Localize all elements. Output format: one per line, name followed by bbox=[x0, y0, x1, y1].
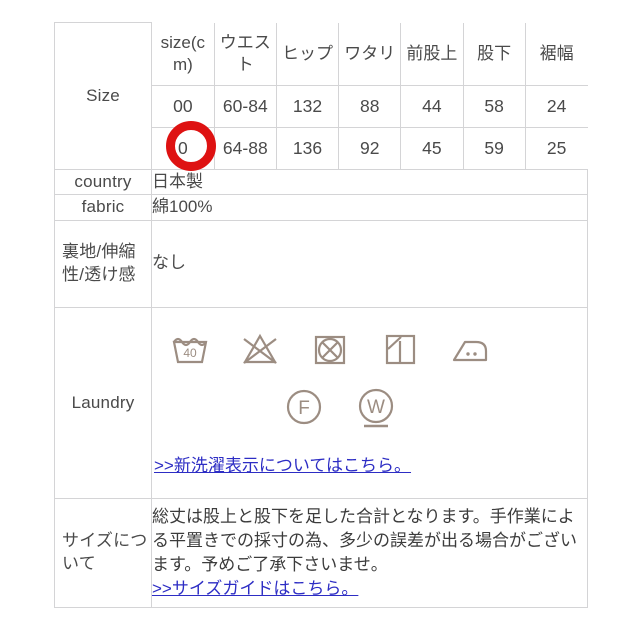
no-bleach-icon bbox=[243, 334, 277, 365]
size-row-0: 0 64-88 136 92 45 59 25 bbox=[152, 126, 588, 169]
row-label-laundry: Laundry bbox=[54, 306, 152, 499]
size-col-header-waist: ウエスト bbox=[213, 22, 277, 86]
laundry-link-line: >>新洗濯表示についてはこちら。 bbox=[152, 451, 587, 476]
table-row-size-note: サイズについて 総丈は股上と股下を足した合計となります。手作業による平置きでの採… bbox=[54, 497, 588, 608]
size-row-00: 00 60-84 132 88 44 58 24 bbox=[152, 84, 588, 128]
wash-temp-label: 40 bbox=[183, 346, 197, 360]
size-grid-header-row: size(cm) ウエスト ヒップ ワタリ 前股上 股下 裾幅 bbox=[152, 22, 588, 86]
size-cell-size-0: 0 bbox=[152, 126, 215, 169]
size-grid: size(cm) ウエスト ヒップ ワタリ 前股上 股下 裾幅 00 60-84 bbox=[152, 22, 588, 169]
row-label-country: country bbox=[54, 168, 152, 196]
size-cell-thigh-00: 88 bbox=[338, 84, 402, 128]
dryclean-letter: F bbox=[298, 398, 310, 419]
row-value-size-note: 総丈は股上と股下を足した合計となります。手作業による平置きでの採寸の為、多少の誤… bbox=[151, 497, 588, 608]
size-cell-hip-00: 132 bbox=[275, 84, 340, 128]
size-cell-rise-00: 44 bbox=[400, 84, 464, 128]
size-note-paragraph: 総丈は股上と股下を足した合計となります。手作業による平置きでの採寸の為、多少の誤… bbox=[152, 506, 577, 574]
row-label-size: Size bbox=[54, 22, 152, 170]
size-grid-cell: size(cm) ウエスト ヒップ ワタリ 前股上 股下 裾幅 00 60-84 bbox=[151, 22, 588, 169]
row-value-country: 日本製 bbox=[151, 168, 588, 196]
row-label-lining: 裏地/伸縮性/透け感 bbox=[54, 219, 152, 308]
product-spec-table: Size size(cm) ウエスト ヒップ ワタリ 前股上 股下 裾幅 00 … bbox=[54, 22, 588, 608]
row-value-fabric: 綿100% bbox=[151, 194, 588, 221]
size-col-header-rise: 前股上 bbox=[400, 22, 464, 86]
table-row-size: Size size(cm) ウエスト ヒップ ワタリ 前股上 股下 裾幅 00 … bbox=[54, 22, 588, 170]
table-row-country: country 日本製 bbox=[54, 168, 588, 196]
size-col-header-size: size(cm) bbox=[152, 22, 215, 86]
size-cell-waist-0: 64-88 bbox=[213, 126, 277, 169]
size-col-header-thigh: ワタリ bbox=[338, 22, 402, 86]
dryclean-f-icon: F bbox=[286, 390, 321, 425]
wetclean-letter: W bbox=[367, 397, 385, 418]
row-label-size-note: サイズについて bbox=[54, 497, 152, 608]
size-cell-thigh-0: 92 bbox=[338, 126, 402, 169]
laundry-symbol-row-2: F W bbox=[152, 385, 587, 431]
table-row-lining: 裏地/伸縮性/透け感 なし bbox=[54, 219, 588, 308]
size-cell-inseam-00: 58 bbox=[462, 84, 526, 128]
size-cell-waist-00: 60-84 bbox=[213, 84, 277, 128]
size-col-header-hem: 裾幅 bbox=[524, 22, 588, 86]
wetclean-w-icon: W bbox=[358, 389, 393, 428]
product-spec-table-wrapper: Size size(cm) ウエスト ヒップ ワタリ 前股上 股下 裾幅 00 … bbox=[54, 22, 588, 608]
row-value-lining: なし bbox=[151, 219, 588, 308]
size-cell-inseam-0: 59 bbox=[462, 126, 526, 169]
size-cell-size-00: 00 bbox=[152, 84, 215, 128]
size-guide-link[interactable]: >>サイズガイドはこちら。 bbox=[152, 577, 358, 601]
laundry-symbol-row-1: 40 bbox=[152, 329, 587, 369]
table-row-fabric: fabric 綿100% bbox=[54, 194, 588, 221]
row-value-laundry: 40 F W >>新洗濯表示についてはこちら。 bbox=[151, 306, 588, 499]
line-dry-shade-icon bbox=[385, 335, 416, 365]
wash-40-icon: 40 bbox=[172, 338, 208, 364]
iron-two-dots-icon bbox=[452, 341, 488, 362]
laundry-info-link[interactable]: >>新洗濯表示についてはこちら。 bbox=[154, 451, 411, 476]
no-tumble-dry-icon bbox=[314, 336, 346, 365]
size-col-header-inseam: 股下 bbox=[462, 22, 526, 86]
size-col-header-hip: ヒップ bbox=[275, 22, 340, 86]
row-label-fabric: fabric bbox=[54, 194, 152, 221]
size-cell-hem-00: 24 bbox=[524, 84, 588, 128]
size-cell-hem-0: 25 bbox=[524, 126, 588, 169]
table-row-laundry: Laundry 40 F W >>新洗濯表示についてはこちら。 bbox=[54, 306, 588, 499]
size-cell-hip-0: 136 bbox=[275, 126, 340, 169]
size-cell-rise-0: 45 bbox=[400, 126, 464, 169]
